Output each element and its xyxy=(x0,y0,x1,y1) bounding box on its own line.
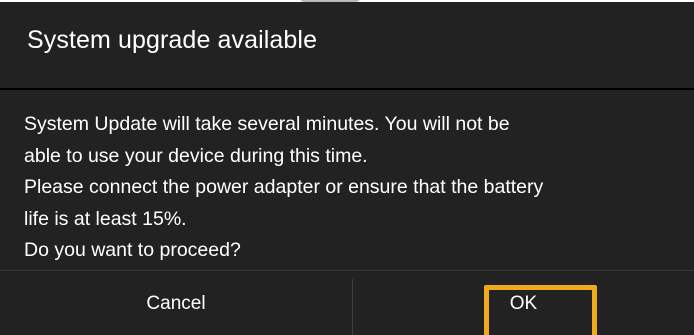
message-line: life is at least 15%. xyxy=(24,207,187,230)
dialog-title-bar: System upgrade available xyxy=(0,2,694,87)
message-line: System Update will take several minutes.… xyxy=(24,113,510,135)
cancel-button[interactable]: Cancel xyxy=(0,271,352,335)
dialog-title: System upgrade available xyxy=(27,26,318,54)
dialog-button-row: Cancel OK xyxy=(0,270,694,335)
message-line: Do you want to proceed? xyxy=(24,239,241,261)
title-divider xyxy=(0,88,694,90)
ok-button[interactable]: OK xyxy=(353,271,694,335)
dialog-message: System Update will take several minutes.… xyxy=(24,109,688,267)
message-line: Please connect the power adapter or ensu… xyxy=(24,176,544,198)
screen: System upgrade available System Update w… xyxy=(0,0,694,335)
upgrade-dialog: System upgrade available System Update w… xyxy=(0,2,694,335)
message-line: able to use your device during this time… xyxy=(24,144,368,167)
